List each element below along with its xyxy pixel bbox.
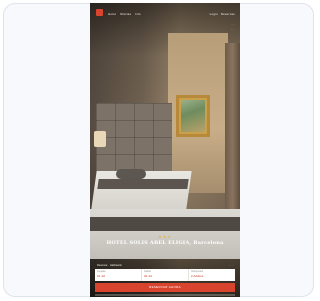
nav-sub-link[interactable]: · · · xyxy=(231,28,235,31)
booking-fields: Llegada 01 Jul Salida 02 Jul Huéspedes 2… xyxy=(95,269,235,281)
guests-field[interactable]: Huéspedes 2 Adultos xyxy=(189,269,235,281)
footer-divider xyxy=(95,294,235,296)
hotel-name-title: HOTEL SOLIS ABEL ELIGIA, Barcelona xyxy=(106,240,224,246)
hero-photo-curtain xyxy=(225,43,240,233)
hero-photo-headboard xyxy=(96,103,172,173)
hero-photo-bed-runner xyxy=(97,179,189,189)
book-now-button[interactable]: RESERVAR AHORA xyxy=(95,283,235,292)
booking-header-right[interactable]: · · · xyxy=(229,264,233,267)
booking-panel: Reservar · Habitación · · · Llegada 01 J… xyxy=(95,263,235,297)
hero-photo-lamp xyxy=(94,131,106,147)
hotel-logo[interactable] xyxy=(96,9,103,16)
booking-header: Reservar · Habitación · · · xyxy=(95,263,235,268)
top-nav: Hotel Ofertas Info Login Reservas xyxy=(90,3,240,25)
checkout-field[interactable]: Salida 02 Jul xyxy=(142,269,189,281)
field-value: 02 Jul xyxy=(144,274,153,278)
hero-photo-pillow xyxy=(116,169,146,179)
nav-link-info[interactable]: Info xyxy=(135,12,141,16)
field-label: Salida xyxy=(144,270,151,273)
field-label: Llegada xyxy=(97,270,106,273)
hotel-star-rating: ★★★ xyxy=(158,234,172,239)
field-label: Huéspedes xyxy=(191,270,204,273)
checkin-field[interactable]: Llegada 01 Jul xyxy=(95,269,142,281)
nav-link-login[interactable]: Login xyxy=(210,12,218,16)
field-value: 01 Jul xyxy=(97,274,106,278)
mobile-page-preview: Hotel Ofertas Info Login Reservas · · · … xyxy=(90,3,240,297)
nav-sub-link[interactable]: · · · xyxy=(231,23,235,26)
field-value: 2 Adultos xyxy=(191,274,204,278)
nav-link-bookings[interactable]: Reservas xyxy=(221,12,235,16)
hero-photo-bed-runner xyxy=(90,217,240,231)
nav-link-offers[interactable]: Ofertas xyxy=(120,12,131,16)
nav-link-hotel[interactable]: Hotel xyxy=(108,12,116,16)
hero-photo-painting xyxy=(176,95,210,137)
booking-header-label: Reservar · Habitación xyxy=(97,264,123,267)
